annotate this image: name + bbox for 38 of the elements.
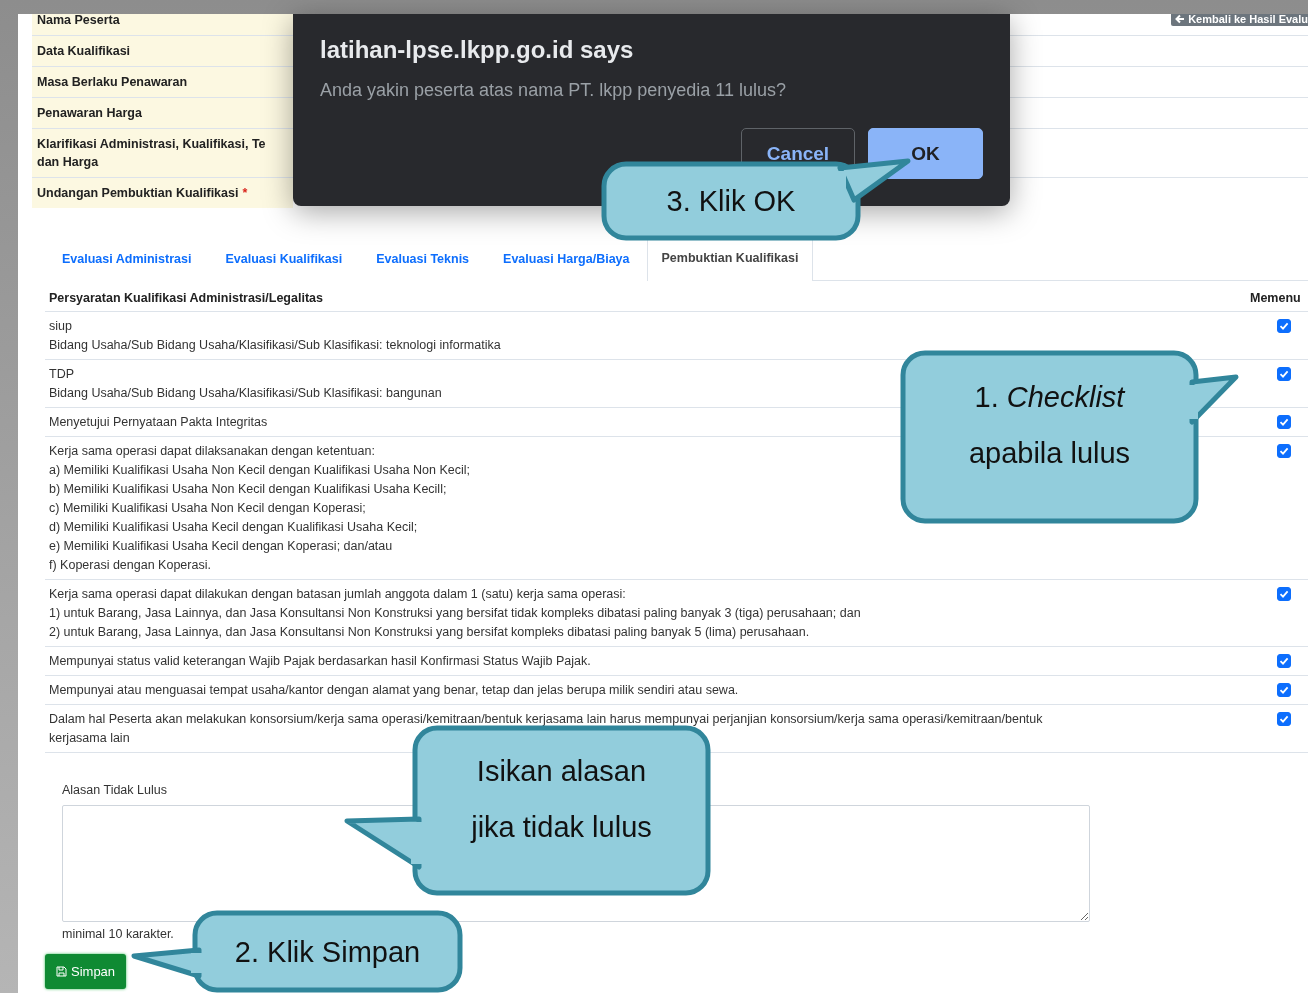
column-header: Memenu	[1249, 290, 1302, 307]
checkbox[interactable]	[1277, 415, 1291, 429]
requirement-text: siup Bidang Usaha/Sub Bidang Usaha/Klasifikasi/Sub Klasifikasi: teknologi informatika	[48, 318, 502, 354]
requirement-text: Menyetujui Pernyataan Pakta Integritas	[48, 414, 269, 431]
tab[interactable]: Evaluasi Kualifikasi	[208, 251, 360, 281]
callout-tooltip: 1. Checklist apabila lulus	[900, 350, 1240, 525]
info-label: Undangan Pembuktian Kualifikasi *	[32, 178, 293, 208]
requirement-text: Mempunyai status valid keterangan Wajib Pajak berdasarkan hasil Konfirmasi Status Wajib Pajak.	[48, 653, 592, 670]
field-hint: minimal 10 karakter.	[62, 927, 175, 941]
dialog-message: Anda yakin peserta atas nama PT. lkpp penyedia 11 lulus?	[320, 80, 787, 101]
requirement-text: Kerja sama operasi dapat dilakukan dengan batasan jumlah anggota dalam 1 (satu) kerja sama operasi: 1) untuk Barang, Jasa Lainnya, dan Jasa Konsultansi Non Konstruksi yang bersifat tidak kompleks dibatasi paling banyak 3 (tiga) perusahaan; dan 2) untuk Barang, Jasa Lainnya, dan Jasa Konsultansi Non Konstruksi yang bersifat kompleks dibatasi paling banyak 5 (lima) perusahaan.	[48, 586, 862, 641]
info-label: Masa Berlaku Penawaran	[32, 67, 293, 97]
field-label: Alasan Tidak Lulus	[62, 783, 168, 797]
checkbox[interactable]	[1277, 587, 1291, 601]
tab[interactable]: Evaluasi Administrasi	[45, 251, 209, 281]
ok-button[interactable]: OK	[868, 128, 983, 179]
save-icon	[56, 966, 67, 977]
requirement-text: Kerja sama operasi dapat dilaksanakan dengan ketentuan: a) Memiliki Kualifikasi Usaha Non Kecil dengan Kualifikasi Usaha Non Kecil; b) Memiliki Kualifikasi Usaha Non Kecil dengan Kualifikasi Usaha Kecill; c) Memiliki Kualifikasi Usaha Non Kecil dengan Koperasi; d) Memiliki Kualifikasi Usaha Kecil dengan Kualifikasi Usaha Kecil; e) Memiliki Kualifikasi Usaha Kecil dengan Koperasi; dan/atau f) Koperasi dengan Koperasi.	[48, 443, 472, 574]
checkbox[interactable]	[1277, 683, 1291, 697]
dialog-title: latihan-lpse.lkpp.go.id says	[320, 36, 635, 64]
requirement-text: Mempunyai atau menguasai tempat usaha/kantor dengan alamat yang benar, tetap dan jelas berupa milik sendiri atau sewa.	[48, 682, 740, 699]
save-button[interactable]: Simpan	[45, 954, 127, 989]
column-header: Persyaratan Kualifikasi Administrasi/Legalitas	[48, 290, 324, 307]
checkbox[interactable]	[1277, 712, 1291, 726]
info-label: Penawaran Harga	[32, 98, 293, 128]
tab[interactable]: Evaluasi Teknis	[359, 251, 487, 281]
info-label: Data Kualifikasi	[32, 36, 293, 66]
tab[interactable]: Evaluasi Harga/Biaya	[486, 251, 647, 281]
info-label: Klarifikasi Administrasi, Kualifikasi, Te dan Harga	[32, 129, 293, 177]
requirement-text: TDP Bidang Usaha/Sub Bidang Usaha/Klasifikasi/Sub Klasifikasi: bangunan	[48, 366, 443, 402]
checkbox[interactable]	[1277, 367, 1291, 381]
checkbox[interactable]	[1277, 654, 1291, 668]
info-label: Nama Peserta	[32, 14, 293, 35]
checkbox[interactable]	[1277, 444, 1291, 458]
callout-tooltip: Isikan alasan jika tidak lulus	[343, 725, 711, 897]
arrow-left-icon	[1175, 14, 1186, 24]
back-button[interactable]: Kembali ke Hasil Evalu	[1171, 14, 1308, 26]
checkbox[interactable]	[1277, 319, 1291, 333]
